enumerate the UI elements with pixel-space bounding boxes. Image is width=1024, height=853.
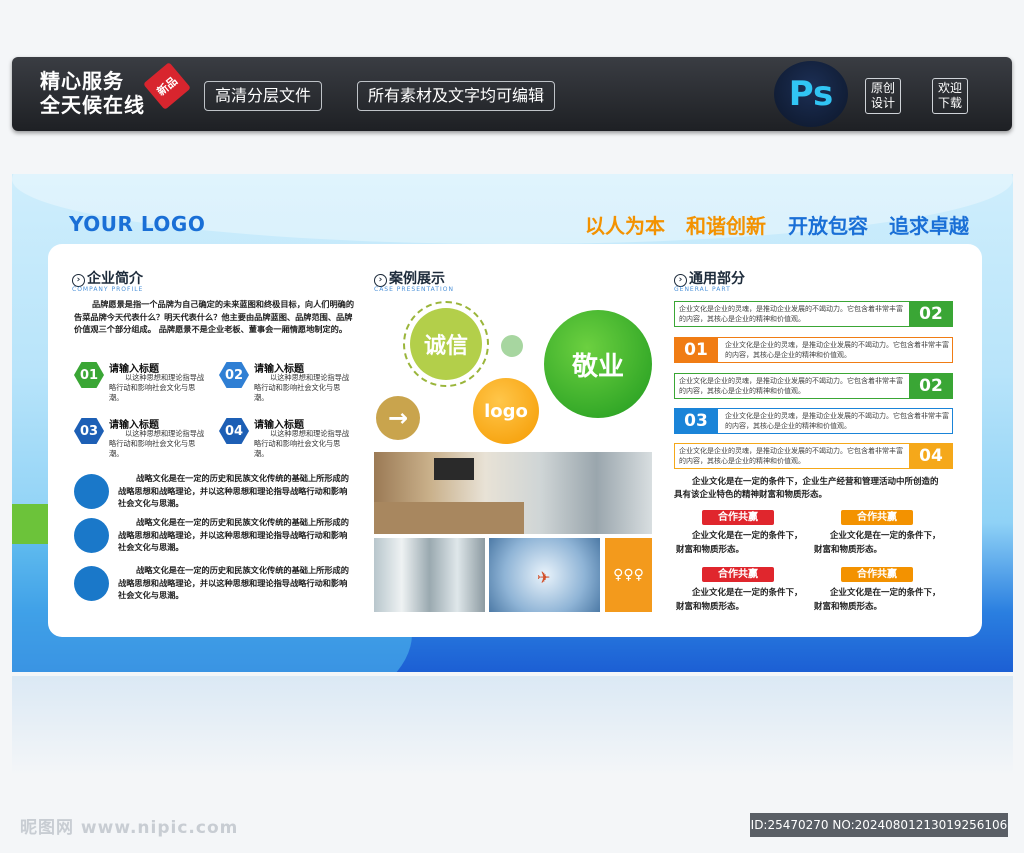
tag-body-3: 企业文化是在一定的条件下，财富和物质形态。 <box>676 588 803 612</box>
item-03-badge: 03 <box>74 418 104 444</box>
general-subtitle: GENERAL PART <box>674 286 731 293</box>
blue-dot-3 <box>74 566 109 601</box>
general-box-1: 企业文化是企业的灵魂，是推动企业发展的不竭动力。它包含着非常丰富的内容，其核心是… <box>674 301 953 327</box>
people-icon: ♀♀♀ <box>613 567 644 583</box>
general-title: › 通用部分 <box>674 268 745 288</box>
general-summary: 企业文化是在一定的条件下，企业生产经营和管理活动中所创造的具有该企业特色的精神财… <box>674 477 939 500</box>
photoshop-icon: Ps <box>774 61 848 127</box>
general-box-4-text: 企业文化是企业的灵魂，是推动企业发展的不竭动力。它包含着非常丰富的内容，其核心是… <box>725 412 949 430</box>
blue-dot-2 <box>74 518 109 553</box>
item-03-body: 以这种思想和理论指导战略行动和影响社会文化与思潮。 <box>109 429 205 458</box>
slogan-2: 和谐创新 <box>686 214 766 238</box>
item-02-body: 以这种思想和理论指导战略行动和影响社会文化与思潮。 <box>254 373 350 402</box>
arrow-right-icon: → <box>376 396 420 440</box>
small-green-dot <box>501 335 523 357</box>
profile-title: › 企业简介 <box>72 268 143 288</box>
glass-building-photo <box>374 538 485 612</box>
airplane-icon: ✈ <box>537 568 551 587</box>
content-card: › 企业简介 COMPANY PROFILE 品牌愿景是指一个品牌为自己确定的未来… <box>48 244 982 637</box>
tag-cooperate-2: 合作共赢 <box>841 510 913 525</box>
profile-intro: 品牌愿景是指一个品牌为自己确定的未来蓝图和终极目标，向人们明确的告菜品牌今天代表… <box>74 299 355 334</box>
general-box-2-num: 01 <box>674 337 718 363</box>
editable-label: 所有素材及文字均可编辑 <box>357 81 556 111</box>
case-subtitle: CASE PRESENTATION <box>374 286 454 293</box>
slogan-1: 以人为本 <box>585 214 665 238</box>
profile-subtitle: COMPANY PROFILE <box>72 286 144 293</box>
original-design-button[interactable]: 原创 设计 <box>865 78 901 114</box>
general-box-3-num: 02 <box>909 373 953 399</box>
culture-board: YOUR LOGO 以人为本 和谐创新 开放包容 追求卓越 › 企业简介 COMP… <box>12 174 1013 672</box>
strategy-para-2: 战略文化是在一定的历史和民族文化传统的基础上所形成的战略思想和战略理论，并以这种… <box>118 517 349 552</box>
promo-bar: 精心服务 全天候在线 新品 高清分层文件 所有素材及文字均可编辑 Ps 原创 设… <box>12 57 1012 131</box>
tag-cooperate-4: 合作共赢 <box>841 567 913 582</box>
tag-body-2: 企业文化是在一定的条件下，财富和物质形态。 <box>814 531 941 555</box>
dedication-circle: 敬业 <box>544 310 652 418</box>
download-line-1: 欢迎 <box>937 81 962 95</box>
strategy-para-3: 战略文化是在一定的历史和民族文化传统的基础上所形成的战略思想和战略理论，并以这种… <box>118 565 349 600</box>
tag-cooperate-1: 合作共赢 <box>702 510 774 525</box>
general-box-1-text: 企业文化是企业的灵魂，是推动企业发展的不竭动力。它包含着非常丰富的内容，其核心是… <box>679 305 903 323</box>
general-box-3-text: 企业文化是企业的灵魂，是推动企业发展的不竭动力。它包含着非常丰富的内容，其核心是… <box>679 377 903 395</box>
item-01-badge: 01 <box>74 362 104 388</box>
original-line-2: 设计 <box>870 96 895 110</box>
green-accent <box>12 504 52 544</box>
slogan-3: 开放包容 <box>788 214 868 238</box>
slogan-line-2: 全天候在线 <box>40 93 145 117</box>
general-box-1-num: 02 <box>909 301 953 327</box>
general-box-4: 03 企业文化是企业的灵魂，是推动企业发展的不竭动力。它包含着非常丰富的内容，其… <box>674 408 953 434</box>
site-watermark: 昵图网 www.nipic.com <box>20 818 239 838</box>
blue-dot-1 <box>74 474 109 509</box>
tag-cooperate-3: 合作共赢 <box>702 567 774 582</box>
office-lobby-photo <box>374 452 652 534</box>
reception-desk <box>374 502 524 534</box>
case-title: › 案例展示 <box>374 268 445 288</box>
integrity-circle: 诚信 <box>410 308 482 380</box>
image-id-watermark: ID:25470270 NO:20240801213019256106 <box>750 813 1008 837</box>
general-box-5-num: 04 <box>909 443 953 469</box>
general-box-4-num: 03 <box>674 408 718 434</box>
airplane-sky-photo: ✈ <box>489 538 600 612</box>
original-line-1: 原创 <box>870 81 895 95</box>
item-02-badge: 02 <box>219 362 249 388</box>
company-logo: YOUR LOGO <box>69 212 206 236</box>
item-04-badge: 04 <box>219 418 249 444</box>
general-box-2-text: 企业文化是企业的灵魂，是推动企业发展的不竭动力。它包含着非常丰富的内容，其核心是… <box>725 341 949 359</box>
general-box-5: 企业文化是企业的灵魂，是推动企业发展的不竭动力。它包含着非常丰富的内容，其核心是… <box>674 443 953 469</box>
general-box-2: 01 企业文化是企业的灵魂，是推动企业发展的不竭动力。它包含着非常丰富的内容，其… <box>674 337 953 363</box>
board-reflection <box>12 676 1013 776</box>
tag-body-1: 企业文化是在一定的条件下，财富和物质形态。 <box>676 531 803 555</box>
slogan-4: 追求卓越 <box>889 214 969 238</box>
wall-screen <box>434 458 474 480</box>
team-icon-tile: ♀♀♀ <box>605 538 652 612</box>
hd-layers-label: 高清分层文件 <box>204 81 323 111</box>
download-button[interactable]: 欢迎 下载 <box>932 78 968 114</box>
general-box-5-text: 企业文化是企业的灵魂，是推动企业发展的不竭动力。它包含着非常丰富的内容，其核心是… <box>679 447 903 465</box>
general-box-3: 企业文化是企业的灵魂，是推动企业发展的不竭动力。它包含着非常丰富的内容，其核心是… <box>674 373 953 399</box>
logo-circle: logo <box>473 378 539 444</box>
slogan-line-1: 精心服务 <box>40 69 124 93</box>
integrity-ring: 诚信 <box>403 301 489 387</box>
service-slogan: 精心服务 全天候在线 <box>40 69 145 117</box>
item-04-body: 以这种思想和理论指导战略行动和影响社会文化与思潮。 <box>254 429 350 458</box>
new-badge: 新品 <box>143 62 191 110</box>
tag-body-4: 企业文化是在一定的条件下，财富和物质形态。 <box>814 588 941 612</box>
download-line-2: 下载 <box>937 96 962 110</box>
strategy-para-1: 战略文化是在一定的历史和民族文化传统的基础上所形成的战略思想和战略理论，并以这种… <box>118 473 349 508</box>
item-01-body: 以这种思想和理论指导战略行动和影响社会文化与思潮。 <box>109 373 205 402</box>
